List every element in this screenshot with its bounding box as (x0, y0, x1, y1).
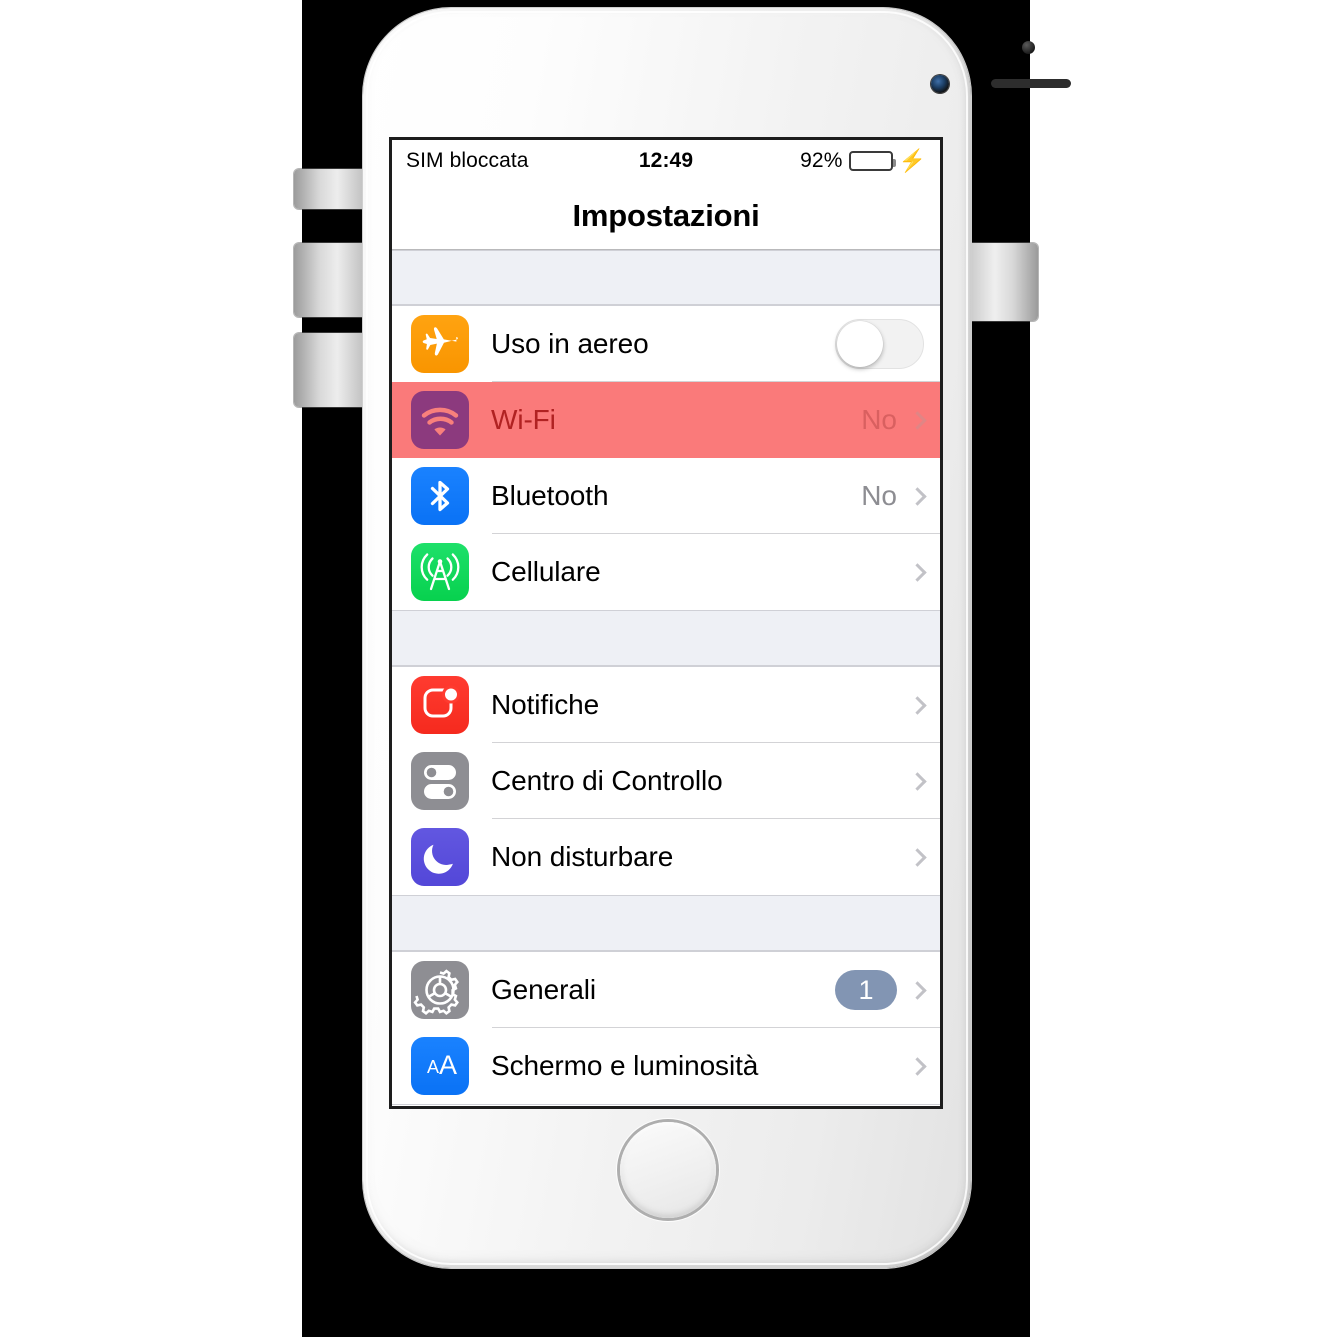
mute-switch[interactable] (294, 169, 366, 209)
display-brightness-aa-icon: AA (411, 1037, 469, 1095)
do-not-disturb-moon-icon (411, 828, 469, 886)
settings-row-label: Non disturbare (491, 841, 674, 872)
settings-row-label: Uso in aereo (491, 328, 649, 359)
row-value: No (861, 404, 897, 435)
svg-text:A: A (439, 1050, 457, 1080)
settings-group: Generali 1 A A Schermo e luminosità (392, 951, 940, 1105)
status-bar: SIM bloccata 12:49 92% ⚡ (392, 140, 940, 182)
proximity-sensor-icon (1022, 41, 1035, 54)
navigation-bar: Impostazioni (392, 182, 940, 250)
chevron-right-icon (908, 562, 927, 582)
airplane-icon (411, 315, 469, 373)
notifications-icon (411, 676, 469, 734)
bluetooth-icon (411, 467, 469, 525)
status-badge: 1 (835, 970, 897, 1010)
battery-icon (848, 151, 896, 171)
chevron-right-icon (908, 486, 927, 506)
settings-row-non-disturbare[interactable]: Non disturbare (392, 819, 940, 895)
chevron-right-icon (908, 1056, 927, 1076)
settings-row-label: Wi-Fi (491, 404, 556, 435)
settings-row-label: Bluetooth (491, 480, 609, 511)
settings-row-wi-fi[interactable]: Wi-Fi No (392, 382, 940, 458)
chevron-right-icon (908, 771, 927, 791)
chevron-right-icon (908, 410, 927, 430)
settings-row-notifiche[interactable]: Notifiche (392, 667, 940, 743)
settings-table: Uso in aereo Wi-Fi No Bluetooth No Cellulare N… (392, 250, 940, 1105)
row-accessory (908, 847, 940, 867)
section-gap (392, 611, 940, 666)
settings-row-label: Notifiche (491, 689, 600, 720)
row-accessory (908, 771, 940, 791)
settings-row-label: Schermo e luminosità (491, 1050, 759, 1081)
row-accessory: 1 (835, 970, 940, 1010)
wifi-icon (411, 391, 469, 449)
row-accessory (908, 1056, 940, 1076)
settings-row-label: Generali (491, 974, 597, 1005)
settings-row-label: Cellulare (491, 556, 601, 587)
row-accessory (908, 562, 940, 582)
carrier-label: SIM bloccata (406, 149, 529, 172)
settings-row-label: Centro di Controllo (491, 765, 723, 796)
section-gap (392, 896, 940, 951)
volume-up-button[interactable] (294, 243, 366, 317)
chevron-right-icon (908, 980, 927, 1000)
gear-icon (411, 961, 469, 1019)
volume-down-button[interactable] (294, 333, 366, 407)
row-accessory (908, 695, 940, 715)
airplane-mode-toggle[interactable] (835, 319, 924, 369)
home-button[interactable] (620, 1122, 716, 1218)
cellular-icon (411, 543, 469, 601)
svg-text:A: A (427, 1057, 439, 1077)
front-camera-icon (931, 75, 949, 93)
chevron-right-icon (908, 847, 927, 867)
battery-percent-label: 92% (800, 149, 843, 172)
control-center-icon (411, 752, 469, 810)
phone-screen: SIM bloccata 12:49 92% ⚡ Impostazioni Us… (392, 140, 940, 1106)
chevron-right-icon (908, 695, 927, 715)
settings-row-generali[interactable]: Generali 1 (392, 952, 940, 1028)
earpiece-speaker (991, 79, 1071, 88)
power-button[interactable] (966, 243, 1038, 321)
row-accessory (835, 319, 940, 369)
settings-row-bluetooth[interactable]: Bluetooth No (392, 458, 940, 534)
row-accessory: No (861, 480, 940, 512)
settings-row-centro-di-controllo[interactable]: Centro di Controllo (392, 743, 940, 819)
settings-row-cellulare[interactable]: Cellulare (392, 534, 940, 610)
settings-row-uso-in-aereo[interactable]: Uso in aereo (392, 306, 940, 382)
row-value: No (861, 480, 897, 511)
settings-group: Notifiche Centro di Controllo Non disturba… (392, 666, 940, 896)
settings-group: Uso in aereo Wi-Fi No Bluetooth No Cellulare (392, 305, 940, 611)
charging-bolt-icon: ⚡ (898, 148, 926, 173)
row-accessory: No (861, 404, 940, 436)
page-title: Impostazioni (572, 197, 760, 233)
section-gap (392, 250, 940, 305)
screenshot-stage: SIM bloccata 12:49 92% ⚡ Impostazioni Us… (0, 0, 1337, 1337)
settings-row-schermo-e-luminosit[interactable]: A A Schermo e luminosità (392, 1028, 940, 1104)
